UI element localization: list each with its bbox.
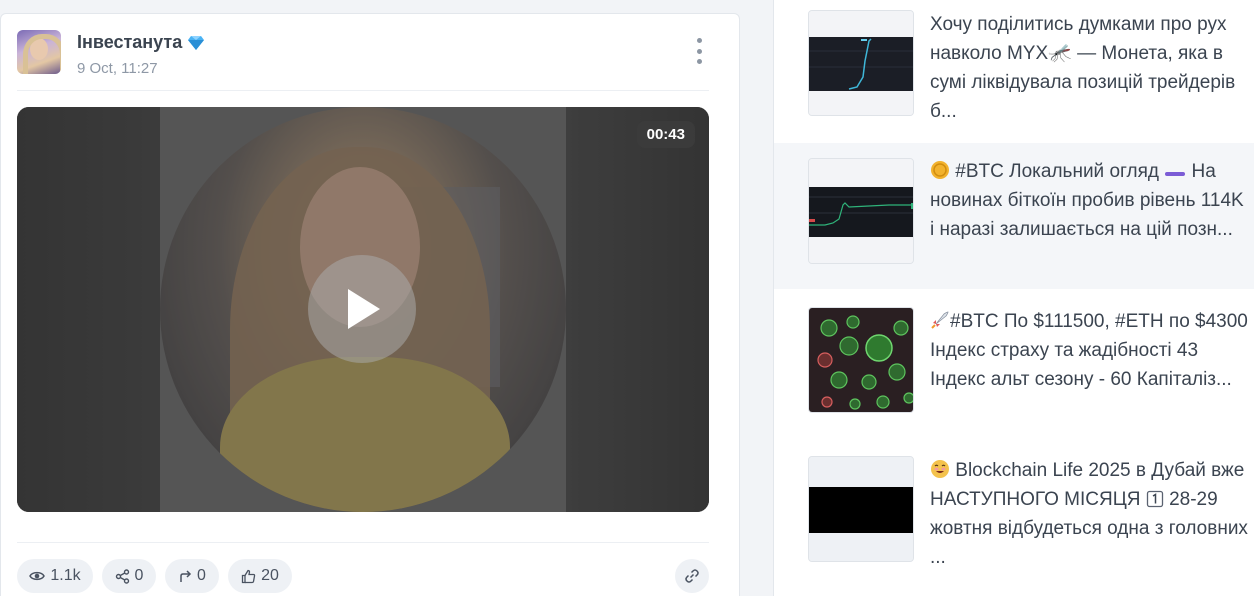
diamond-icon <box>188 36 205 51</box>
feed-item[interactable]: #BTC Локальний огляд На новинах біткоїн … <box>774 143 1254 289</box>
coin-icon <box>931 161 949 179</box>
post-card: Інвестанута 9 Oct, 11:27 00:43 1.1k 0 0 … <box>0 13 740 596</box>
feed-item[interactable]: Хочу поділитись думками про рух навколо … <box>774 0 1254 146</box>
divider <box>17 90 709 91</box>
video-player[interactable]: 00:43 <box>17 107 709 512</box>
rocket-icon <box>931 311 949 329</box>
feed-item-text: #BTC Локальний огляд На новинах біткоїн … <box>930 161 1244 240</box>
grinning-face-icon <box>931 460 949 478</box>
feed-item-text: #BTC По $111500, #ETH по $4300 Індекс ст… <box>930 311 1248 390</box>
share-button[interactable]: 0 <box>102 559 156 593</box>
feed-item-text: Хочу поділитись думками про рух навколо … <box>930 14 1236 122</box>
feed-thumbnail <box>808 10 914 116</box>
video-duration-badge: 00:43 <box>636 121 695 148</box>
post-actions: 1.1k 0 0 20 <box>17 559 709 593</box>
link-icon <box>685 569 699 583</box>
related-posts-feed: Хочу поділитись думками про рух навколо … <box>773 0 1254 596</box>
reposts-count: 0 <box>197 567 206 584</box>
feed-item[interactable]: Blockchain Life 2025 в Дубай вже НАСТУПН… <box>774 445 1254 591</box>
eye-icon <box>29 571 46 581</box>
repost-icon <box>180 570 192 582</box>
shares-count: 0 <box>134 567 144 584</box>
feed-thumbnail <box>808 158 914 264</box>
feed-thumbnail <box>808 307 914 413</box>
thumbs-up-icon <box>241 569 256 583</box>
author-name[interactable]: Інвестанута <box>77 32 205 53</box>
repost-button[interactable]: 0 <box>165 559 219 593</box>
likes-count: 20 <box>261 567 279 584</box>
feed-item-text: Blockchain Life 2025 в Дубай вже НАСТУПН… <box>930 460 1248 568</box>
author-name-text[interactable]: Інвестанута <box>77 32 182 52</box>
keycap-one-icon <box>1146 490 1163 508</box>
more-options-icon[interactable] <box>689 38 709 64</box>
avatar[interactable] <box>17 30 61 74</box>
views-button[interactable]: 1.1k <box>17 559 93 593</box>
purple-line-icon <box>1165 172 1186 176</box>
play-button[interactable] <box>308 255 416 363</box>
play-icon <box>348 289 380 329</box>
divider <box>17 542 709 543</box>
copy-link-button[interactable] <box>675 559 709 593</box>
post-date: 9 Oct, 11:27 <box>77 60 158 77</box>
views-count: 1.1k <box>50 567 81 584</box>
share-icon <box>115 568 129 584</box>
feed-thumbnail <box>808 456 914 562</box>
feed-item[interactable]: #BTC По $111500, #ETH по $4300 Індекс ст… <box>774 297 1254 443</box>
like-button[interactable]: 20 <box>228 559 292 593</box>
post-header: Інвестанута 9 Oct, 11:27 <box>17 30 723 90</box>
